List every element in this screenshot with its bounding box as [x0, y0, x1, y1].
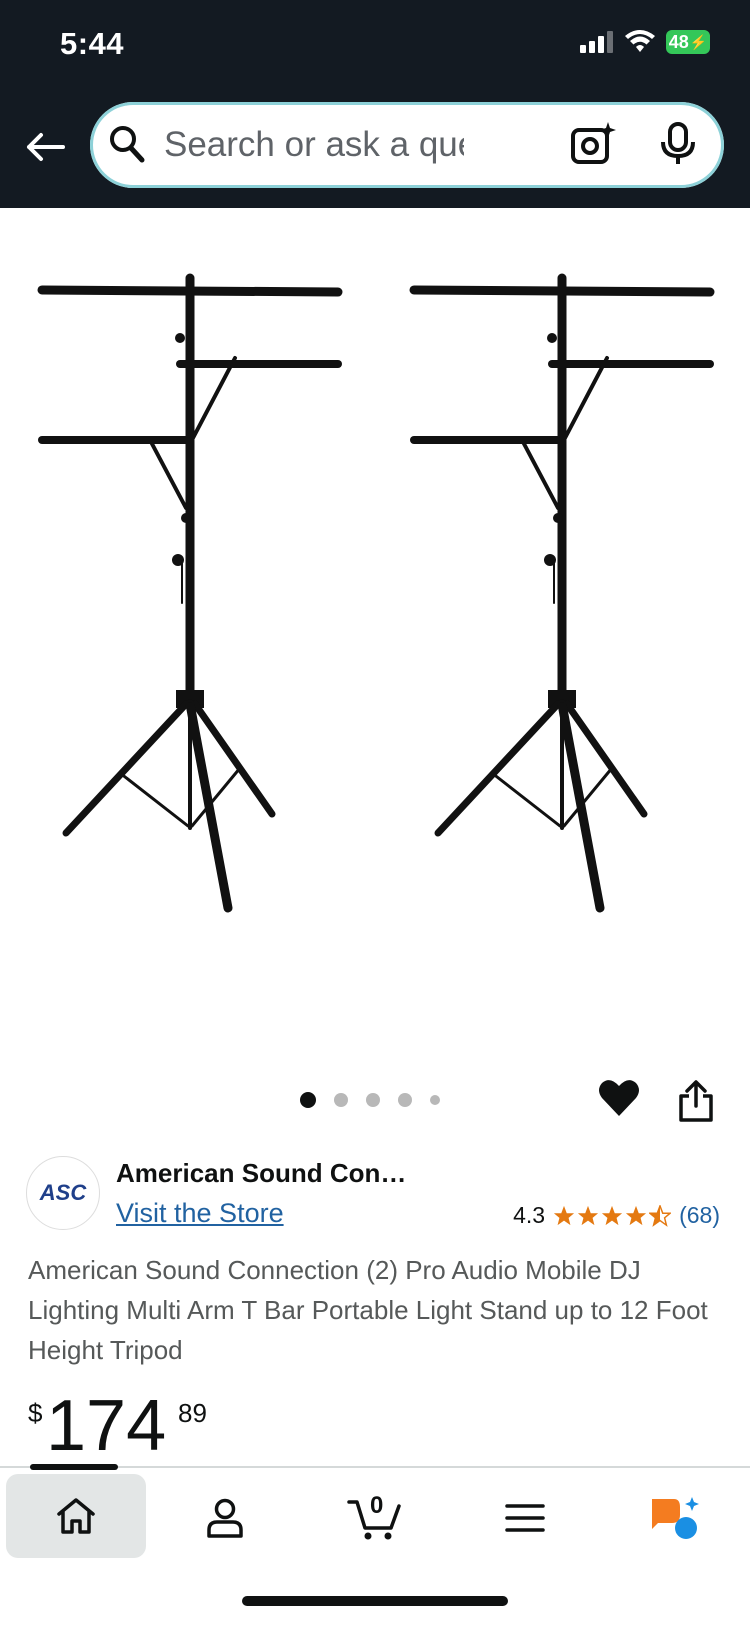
nav-account[interactable] [165, 1474, 285, 1562]
star-icon [578, 1205, 599, 1225]
star-icon [554, 1205, 575, 1225]
carousel-dot[interactable] [300, 1092, 316, 1108]
heart-icon [599, 1080, 639, 1116]
cart-count: 0 [370, 1492, 384, 1519]
carousel-dot[interactable] [398, 1093, 412, 1107]
camera-sparkle-icon [571, 122, 616, 164]
star-icon [626, 1205, 647, 1225]
menu-icon [505, 1504, 545, 1532]
voice-search-button[interactable] [660, 122, 696, 171]
rating-value: 4.3 [513, 1202, 546, 1228]
back-arrow-icon [27, 133, 65, 161]
half-star-icon [649, 1204, 672, 1227]
share-button[interactable] [678, 1080, 714, 1127]
brand-logo-text: ASC [39, 1180, 87, 1205]
search-icon [108, 124, 146, 169]
visual-search-button[interactable] [570, 120, 616, 171]
battery-level: 48 [668, 31, 689, 52]
carousel-dot[interactable] [366, 1093, 380, 1107]
battery-indicator: 48 ⚡ [666, 30, 710, 54]
search-bar[interactable] [90, 102, 724, 188]
cellular-signal-icon [580, 31, 613, 53]
nav-home[interactable] [6, 1474, 146, 1558]
user-icon [207, 1498, 243, 1538]
star-rating [553, 1204, 672, 1227]
price-fraction: 89 [178, 1398, 207, 1428]
back-button[interactable] [22, 124, 68, 170]
carousel-dot[interactable] [334, 1093, 348, 1107]
nav-cart[interactable]: 0 [315, 1474, 435, 1562]
image-carousel-indicator[interactable] [300, 1092, 440, 1108]
charging-icon: ⚡ [689, 33, 708, 50]
assistant-icon [652, 1497, 699, 1539]
price-whole: 174 [46, 1386, 167, 1466]
product-image[interactable] [0, 208, 750, 1068]
product-title: American Sound Connection (2) Pro Audio … [28, 1255, 708, 1365]
microphone-icon [661, 122, 695, 164]
star-icon [602, 1205, 623, 1225]
wishlist-button[interactable] [598, 1078, 640, 1123]
light-stands-illustration [37, 273, 750, 913]
price-symbol: $ [28, 1398, 43, 1428]
system-home-indicator [242, 1596, 508, 1606]
nav-menu[interactable] [465, 1474, 585, 1562]
brand-name: American Sound Con… [116, 1158, 407, 1188]
rating-count[interactable]: (68) [679, 1202, 720, 1229]
brand-logo[interactable]: ASC [26, 1156, 100, 1230]
status-time: 5:44 [60, 26, 125, 61]
share-icon [679, 1080, 713, 1122]
carousel-dot[interactable] [430, 1095, 440, 1105]
wifi-icon [625, 30, 655, 52]
active-tab-indicator [30, 1464, 118, 1470]
nav-rufus[interactable] [615, 1474, 735, 1562]
visit-store-link[interactable]: Visit the Store [116, 1198, 284, 1229]
product-rating[interactable]: 4.3 (68) [513, 1202, 720, 1229]
app-header: 5:44 48 ⚡ [0, 0, 750, 208]
home-icon [57, 1498, 95, 1534]
status-indicators: 48 ⚡ [580, 30, 710, 54]
search-input[interactable] [162, 120, 466, 170]
